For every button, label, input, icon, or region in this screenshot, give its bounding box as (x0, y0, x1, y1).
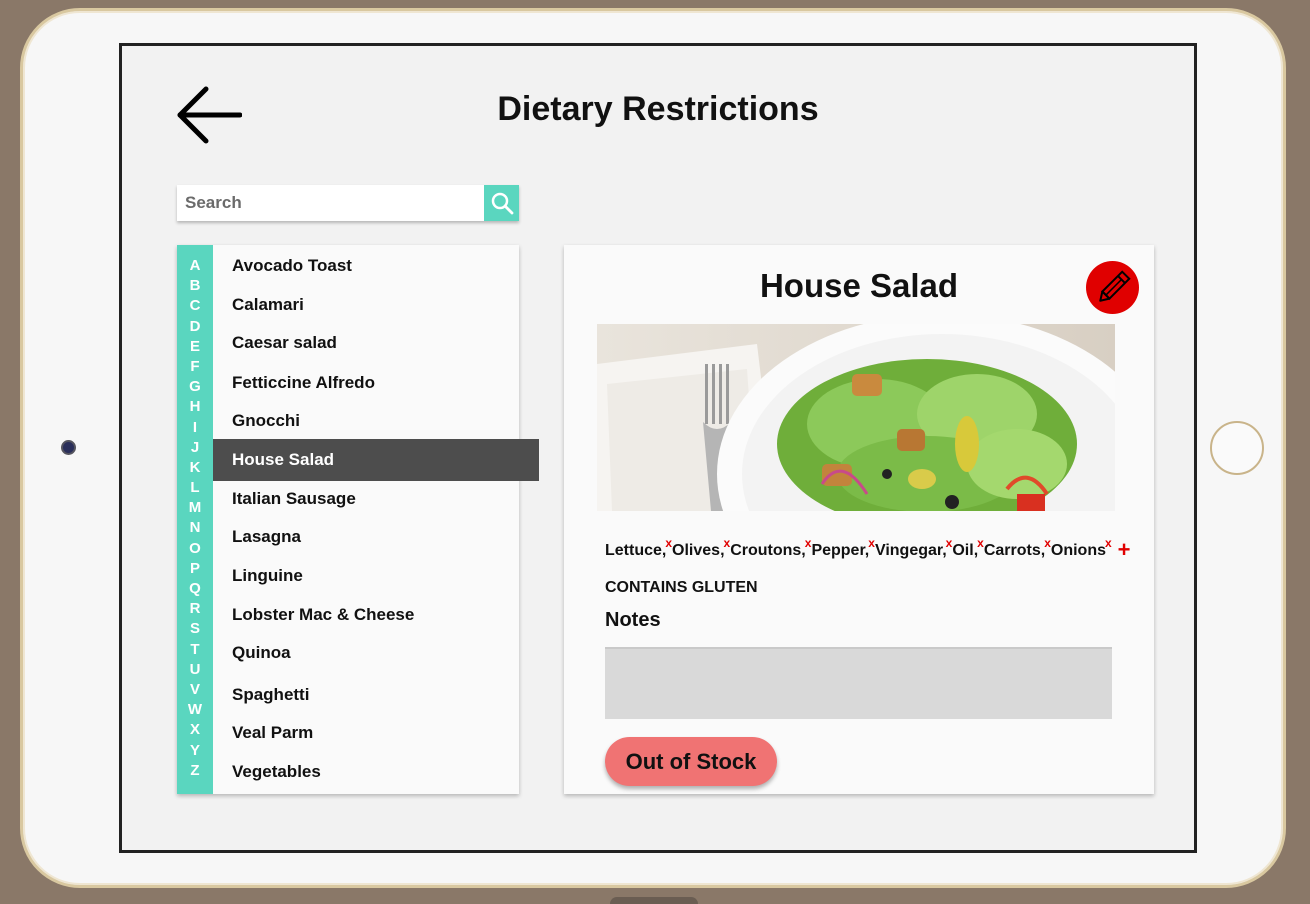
alpha-letter-j[interactable]: J (177, 438, 213, 458)
alpha-letter-y[interactable]: Y (177, 741, 213, 761)
notes-label: Notes (605, 609, 661, 631)
ingredient-tag: Pepper,x (811, 536, 875, 560)
alpha-letter-a[interactable]: A (177, 256, 213, 276)
alpha-letter-z[interactable]: Z (177, 761, 213, 781)
alpha-letter-m[interactable]: M (177, 498, 213, 518)
app-screen: Dietary Restrictions ABCDEFGHIJKLMNOPQRS… (119, 43, 1197, 853)
ingredient-name: Vingegar, (874, 542, 947, 559)
menu-item[interactable]: Quinoa (213, 632, 539, 674)
menu-item[interactable]: House Salad (213, 439, 539, 481)
device-notch (610, 897, 698, 904)
ingredient-list: Lettuce,xOlives,xCroutons,xPepper,xVinge… (605, 535, 1145, 565)
ingredient-tag: Vingegar,x (874, 536, 952, 560)
menu-item[interactable]: Gnocchi (213, 400, 539, 442)
search-bar (177, 185, 519, 221)
search-button[interactable] (484, 185, 519, 221)
remove-ingredient-icon[interactable]: x (724, 536, 731, 550)
alpha-letter-v[interactable]: V (177, 680, 213, 700)
ingredient-tag: Olives,x (672, 536, 730, 560)
menu-item[interactable]: Vegetables (213, 751, 539, 793)
add-ingredient-icon[interactable]: + (1118, 537, 1131, 562)
alpha-letter-b[interactable]: B (177, 276, 213, 296)
alpha-letter-n[interactable]: N (177, 518, 213, 538)
ingredient-name: Lettuce, (605, 542, 667, 559)
ingredient-name: Pepper, (811, 542, 870, 559)
remove-ingredient-icon[interactable]: x (805, 536, 812, 550)
remove-ingredient-icon[interactable]: x (946, 536, 953, 550)
menu-item[interactable]: Avocado Toast (213, 245, 539, 287)
remove-ingredient-icon[interactable]: x (977, 536, 984, 550)
dish-detail-panel: House Salad Lettuce,xOlives,xCroutons,xP… (564, 245, 1154, 794)
remove-ingredient-icon[interactable]: x (665, 536, 672, 550)
home-button[interactable] (1210, 421, 1264, 475)
menu-item[interactable]: Fetticcine Alfredo (213, 362, 539, 404)
ingredient-tag: Lettuce,x (605, 536, 672, 560)
menu-list-panel: ABCDEFGHIJKLMNOPQRSTUVWXYZ Avocado Toast… (177, 245, 539, 794)
alpha-letter-l[interactable]: L (177, 478, 213, 498)
dish-photo (597, 324, 1115, 511)
search-input[interactable] (177, 185, 484, 221)
alpha-letter-o[interactable]: O (177, 539, 213, 559)
dish-title: House Salad (759, 267, 959, 304)
edit-button[interactable] (1086, 261, 1139, 314)
ingredient-tag: Carrots,x (983, 536, 1051, 560)
menu-item[interactable]: Calamari (213, 284, 539, 326)
ingredient-name: Oil, (952, 542, 979, 559)
pencil-icon (1098, 269, 1131, 302)
allergen-warning: CONTAINS GLUTEN (605, 579, 758, 596)
menu-item[interactable]: Lobster Mac & Cheese (213, 594, 539, 636)
menu-item[interactable]: Caesar salad (213, 322, 539, 364)
menu-item[interactable]: Veal Parm (213, 712, 539, 754)
alpha-letter-k[interactable]: K (177, 458, 213, 478)
ingredient-name: Olives, (672, 542, 725, 559)
menu-item[interactable]: Linguine (213, 555, 539, 597)
alpha-letter-t[interactable]: T (177, 640, 213, 660)
alpha-letter-h[interactable]: H (177, 397, 213, 417)
alphabet-index: ABCDEFGHIJKLMNOPQRSTUVWXYZ (177, 245, 213, 794)
menu-item[interactable]: Lasagna (213, 516, 539, 558)
alpha-letter-c[interactable]: C (177, 296, 213, 316)
camera-icon (61, 440, 76, 455)
alpha-letter-s[interactable]: S (177, 619, 213, 639)
search-icon (491, 192, 513, 215)
alpha-letter-i[interactable]: I (177, 418, 213, 438)
menu-item[interactable]: Spaghetti (213, 674, 539, 716)
alpha-letter-f[interactable]: F (177, 357, 213, 377)
alpha-letter-p[interactable]: P (177, 559, 213, 579)
notes-field[interactable] (605, 647, 1112, 719)
alpha-letter-d[interactable]: D (177, 317, 213, 337)
ingredient-name: Carrots, (983, 542, 1046, 559)
ingredient-tag: Croutons,x (730, 536, 811, 560)
menu-item[interactable]: Italian Sausage (213, 478, 539, 520)
alpha-letter-q[interactable]: Q (177, 579, 213, 599)
ingredient-name: Onions (1050, 542, 1106, 559)
remove-ingredient-icon[interactable]: x (1044, 536, 1051, 550)
alpha-letter-g[interactable]: G (177, 377, 213, 397)
alpha-letter-r[interactable]: R (177, 599, 213, 619)
alpha-letter-e[interactable]: E (177, 337, 213, 357)
remove-ingredient-icon[interactable]: x (868, 536, 875, 550)
alpha-letter-x[interactable]: X (177, 720, 213, 740)
ingredient-tag: Oil,x (952, 536, 983, 560)
remove-ingredient-icon[interactable]: x (1105, 536, 1112, 550)
alpha-letter-w[interactable]: W (177, 700, 213, 720)
out-of-stock-button[interactable]: Out of Stock (605, 737, 777, 786)
ingredient-name: Croutons, (730, 542, 806, 559)
alpha-letter-u[interactable]: U (177, 660, 213, 680)
ingredient-tag: Onionsx (1050, 536, 1112, 560)
page-title: Dietary Restrictions (497, 90, 819, 128)
